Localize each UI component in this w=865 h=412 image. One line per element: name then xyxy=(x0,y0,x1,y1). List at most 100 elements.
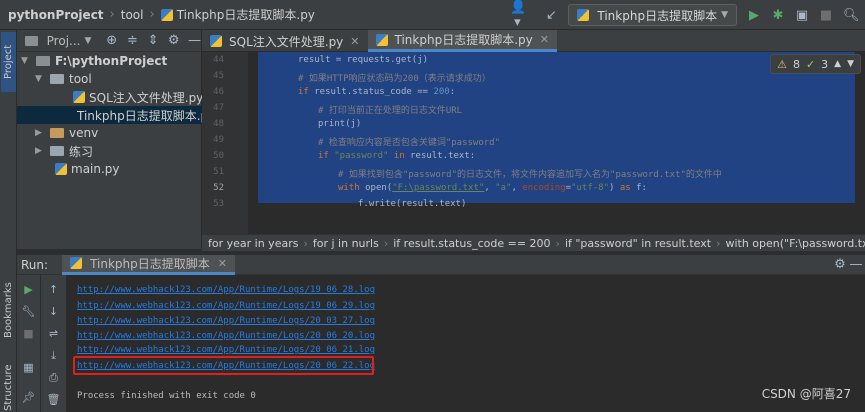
line-number: 47 xyxy=(213,103,224,113)
tab-sql-file[interactable]: SQL注入文件处理.py ✕ xyxy=(202,30,368,52)
minimize-icon[interactable]: — xyxy=(849,257,863,272)
chevron-down-icon[interactable]: ▼ xyxy=(84,36,91,46)
line-number: 46 xyxy=(213,87,224,97)
project-tool-tab[interactable]: Project xyxy=(1,32,16,92)
run-icon[interactable]: ▶ xyxy=(747,8,761,23)
python-file-icon xyxy=(55,163,67,175)
toolbar-right: 👤▾ ↙ Tinkphp日志提取脚本 ▼ ▶ ✱ ▣ ■ 🔍︎ xyxy=(510,0,860,30)
tab-tinkphp-file[interactable]: Tinkphp日志提取脚本.py ✕ xyxy=(367,30,557,52)
tree-item-practice[interactable]: ▶ 练习 xyxy=(35,142,93,160)
tree-item-tinkphp-file[interactable]: Tinkphp日志提取脚本.py xyxy=(17,106,215,124)
tree-item-main[interactable]: main.py xyxy=(55,160,120,178)
minimize-icon[interactable]: — xyxy=(188,33,201,48)
run-toolbar: ▶ 🔧︎ ■ ▦ 📌︎ xyxy=(17,275,41,412)
log-url-link[interactable]: http://www.webhack123.com/App/Runtime/Lo… xyxy=(77,345,375,355)
tree-item-label: 练习 xyxy=(69,144,94,159)
log-url-link[interactable]: http://www.webhack123.com/App/Runtime/Lo… xyxy=(77,285,375,295)
arrow-down-icon[interactable]: ↓ xyxy=(41,305,66,318)
inspection-widget[interactable]: ⚠ 8 ✓ 3 ▲ ▼ xyxy=(770,54,861,74)
folder-icon xyxy=(36,56,50,66)
chevron-right-icon: › xyxy=(109,7,115,22)
trash-icon[interactable]: 🗑︎ xyxy=(41,393,66,406)
account-icon[interactable]: 👤▾ xyxy=(510,0,526,30)
close-icon[interactable]: ✕ xyxy=(540,33,549,46)
run-panel-label: Run: xyxy=(21,257,49,272)
stop-icon[interactable]: ■ xyxy=(17,327,40,340)
stop-icon[interactable]: ■ xyxy=(819,8,833,23)
tree-item-label: Tinkphp日志提取脚本.py xyxy=(77,108,216,123)
layout-icon[interactable]: ▦ xyxy=(17,361,40,374)
warning-icon: ⚠ xyxy=(777,57,787,71)
python-file-icon xyxy=(210,35,222,47)
gear-icon[interactable]: ⚙ xyxy=(167,33,180,48)
breadcrumb-project[interactable]: pythonProject xyxy=(8,8,104,22)
code-line-47: # 打印当前正在处理的日志文件URL xyxy=(318,106,463,116)
line-number: 52 xyxy=(213,183,224,193)
code-breadcrumb-item[interactable]: if result.status_code == 200 xyxy=(393,237,550,250)
python-file-icon xyxy=(375,33,388,46)
code-breadcrumb-item[interactable]: for j in nurls xyxy=(313,237,379,250)
tree-item-venv[interactable]: ▶ venv xyxy=(35,124,98,142)
arrow-up-icon[interactable]: ↑ xyxy=(41,283,66,296)
warning-count: 8 xyxy=(792,57,800,71)
python-file-icon xyxy=(73,91,85,103)
collapse-icon[interactable]: ≑ xyxy=(126,33,139,48)
tree-item-sql-file[interactable]: SQL注入文件处理.py xyxy=(73,88,203,106)
chevron-up-icon[interactable]: ▲ xyxy=(834,59,841,69)
tree-item-project-root[interactable]: ▼ F:\pythonProject xyxy=(21,52,167,70)
code-line-52: with open("F:\password.txt", "a", encodi… xyxy=(338,183,647,193)
chevron-right-icon: › xyxy=(716,236,721,250)
highlight-box xyxy=(73,356,374,375)
log-url-link[interactable]: http://www.webhack123.com/App/Runtime/Lo… xyxy=(77,301,375,311)
coverage-icon[interactable]: ▣ xyxy=(795,8,809,23)
rerun-icon[interactable]: ▶ xyxy=(17,283,40,296)
tree-item-label: SQL注入文件处理.py xyxy=(89,90,204,105)
console-toolbar: ↑ ↓ ⇌ ⤓ ⎙ 🗑︎ xyxy=(41,275,67,412)
run-panel-header: Run: Tinkphp日志提取脚本 ✕ ⚙ — xyxy=(17,254,865,275)
tree-item-label: tool xyxy=(69,72,92,86)
code-breadcrumb-item[interactable]: for year in years xyxy=(208,237,298,250)
chevron-right-icon: ▶ xyxy=(35,128,42,138)
debug-icon[interactable]: ✱ xyxy=(771,8,785,23)
console-output[interactable]: http://www.webhack123.com/App/Runtime/Lo… xyxy=(67,275,865,412)
close-icon[interactable]: ✕ xyxy=(218,257,227,270)
print-icon[interactable]: ⎙ xyxy=(41,371,66,385)
wrench-icon[interactable]: 🔧︎ xyxy=(17,305,40,318)
code-line-49: # 检查响应内容是否包含关键词"password" xyxy=(318,138,501,148)
tree-item-tool[interactable]: ▼ tool xyxy=(35,70,92,88)
project-panel-title[interactable]: Proj... xyxy=(47,34,81,48)
structure-tool-tab[interactable]: Structure xyxy=(1,358,16,412)
tab-label: Tinkphp日志提取脚本.py xyxy=(394,33,533,47)
gear-icon[interactable]: ⚙ xyxy=(833,257,847,272)
tab-label: SQL注入文件处理.py xyxy=(229,34,344,49)
breadcrumb-folder[interactable]: tool xyxy=(121,8,144,22)
back-arrow-icon[interactable]: ↙ xyxy=(544,8,558,23)
close-icon[interactable]: ✕ xyxy=(350,35,359,48)
code-editor[interactable]: 44 45 46 47 48 49 50 51 52 53 result = r… xyxy=(202,52,865,234)
log-url-link[interactable]: http://www.webhack123.com/App/Runtime/Lo… xyxy=(77,316,375,326)
chevron-down-icon[interactable]: ▼ xyxy=(847,59,854,69)
run-tab[interactable]: Tinkphp日志提取脚本 ✕ xyxy=(62,254,235,275)
run-configuration-selector[interactable]: Tinkphp日志提取脚本 ▼ xyxy=(568,4,737,26)
weak-warning-count: 3 xyxy=(821,57,829,71)
scroll-to-end-icon[interactable]: ⤓ xyxy=(41,349,66,363)
log-url-link[interactable]: http://www.webhack123.com/App/Runtime/Lo… xyxy=(77,331,375,341)
soft-wrap-icon[interactable]: ⇌ xyxy=(41,327,66,340)
code-breadcrumb-item[interactable]: with open("F:\password.txt", "a... xyxy=(725,237,865,250)
code-line-48: print(j) xyxy=(318,119,362,129)
line-number-gutter: 44 45 46 47 48 49 50 51 52 53 xyxy=(202,52,248,234)
locate-icon[interactable]: ⊕ xyxy=(105,33,118,48)
exit-message: Process finished with exit code 0 xyxy=(77,391,256,401)
expand-icon[interactable]: ⇕ xyxy=(147,33,160,48)
project-panel-header: Proj... ▼ ⊕ ≑ ⇕ ⚙ — xyxy=(17,30,201,52)
pin-icon[interactable]: 📌︎ xyxy=(17,391,40,404)
left-tool-strip: Project Bookmarks Structure xyxy=(0,30,17,412)
chevron-right-icon: › xyxy=(383,236,389,250)
code-line-51: # 如果找到包含"password"的日志文件，将文件内容追加写入名为"pass… xyxy=(338,170,722,180)
chevron-down-icon: ▼ xyxy=(35,74,42,84)
bookmarks-tool-tab[interactable]: Bookmarks xyxy=(1,270,16,350)
line-number: 51 xyxy=(213,167,224,177)
breadcrumb-file[interactable]: Tinkphp日志提取脚本.py xyxy=(177,6,315,23)
search-icon[interactable]: 🔍︎ xyxy=(843,8,860,23)
code-breadcrumb-item[interactable]: if "password" in result.text xyxy=(565,237,711,250)
